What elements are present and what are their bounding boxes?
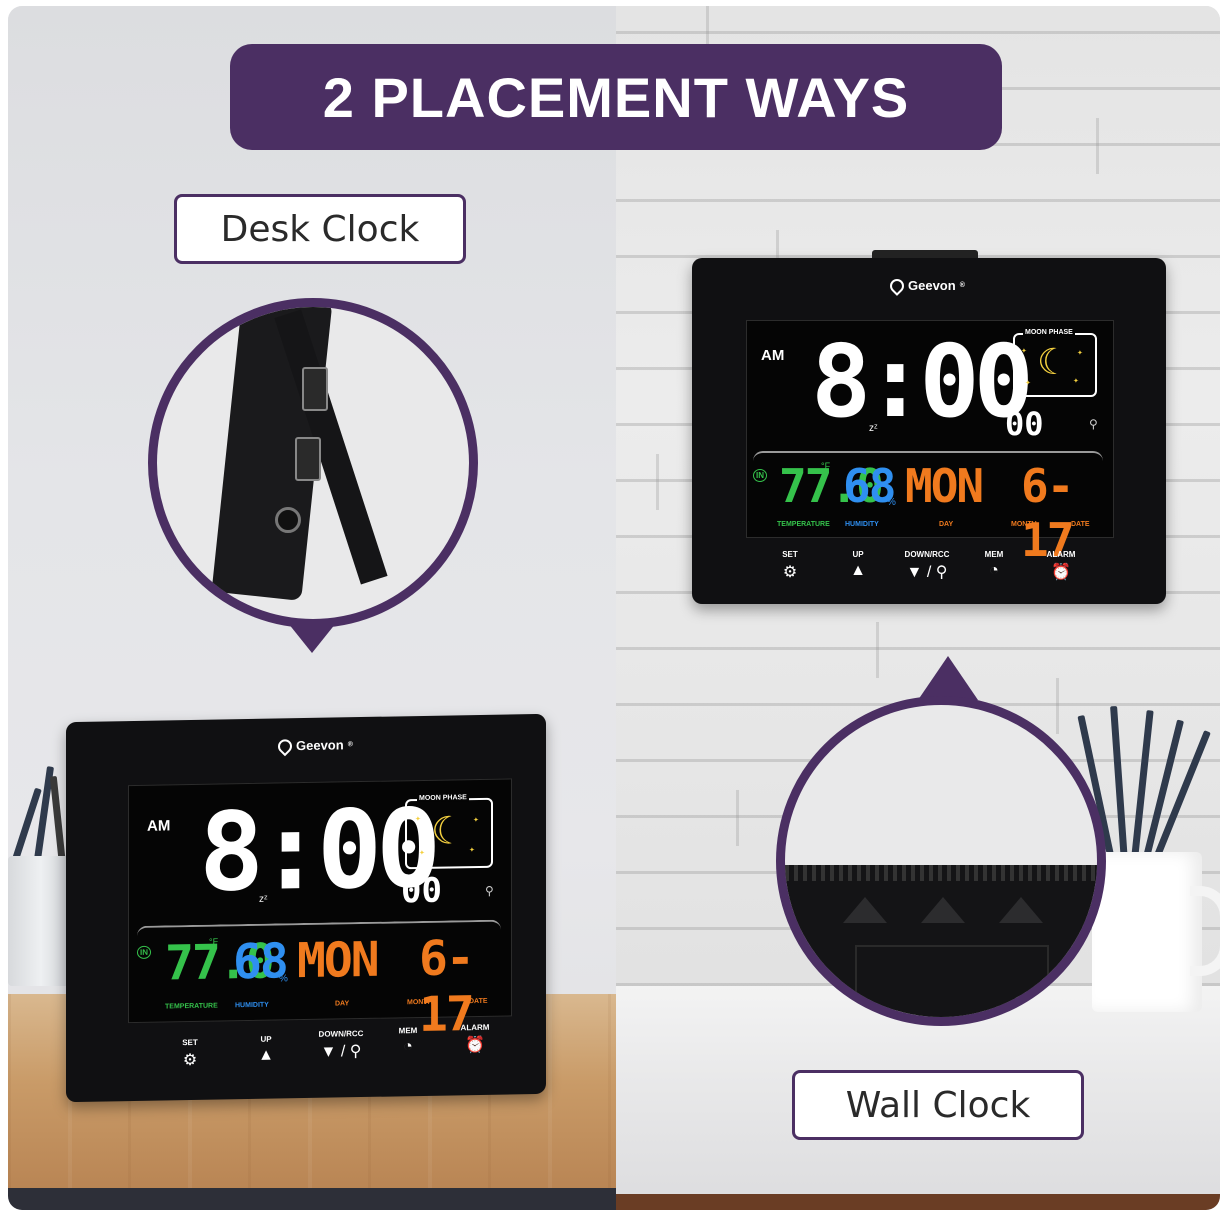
down-button-label: DOWN/RCC: [904, 550, 950, 559]
date-label: DATE: [469, 997, 488, 1006]
up-button-label: UP: [852, 550, 864, 559]
moon-phase-label: MOON PHASE: [1023, 329, 1075, 336]
desk-clock-device: Geevon ® AM 8:00 00 zᶻ MOON PHASE ☾ ✦ ✦ ✦ ✦ …: [66, 713, 546, 1103]
seconds-display: 00: [401, 870, 442, 912]
wall-clock-label-text: Wall Clock: [845, 1084, 1031, 1126]
alarm-clock-icon[interactable]: ⏰: [1036, 562, 1086, 582]
gauge-icon[interactable]: ◔: [388, 1038, 428, 1057]
title-banner: 2 PLACEMENT WAYS: [230, 44, 1002, 150]
wall-scene: Geevon ® AM 8:00 00 zᶻ MOON PHASE ☾ ✦ ✦ ✦ ✦ …: [616, 6, 1220, 1210]
moon-phase-label: MOON PHASE: [417, 794, 469, 803]
up-triangle-icon[interactable]: ▲: [246, 1046, 286, 1065]
shelf-edge: [616, 1194, 1220, 1210]
moon-phase-box: MOON PHASE ☾ ✦ ✦ ✦ ✦: [1013, 329, 1097, 397]
humidity-label: HUMIDITY: [845, 521, 879, 528]
moon-icon: ☾: [1037, 341, 1070, 382]
humidity-label: HUMIDITY: [235, 1001, 269, 1010]
seconds-display: 00: [1005, 405, 1044, 443]
wall-pointer: [918, 656, 978, 700]
temperature-unit: °F: [821, 461, 831, 471]
satellite-icon: ⚲: [1089, 417, 1098, 431]
satellite-icon: ⚲: [485, 883, 494, 898]
usb-port-icon: [302, 367, 328, 411]
brand-logo: Geevon ®: [887, 275, 965, 296]
down-button-label: DOWN/RCC: [318, 1028, 364, 1039]
humidity-unit: %: [887, 497, 896, 508]
desk-clock-label: Desk Clock: [174, 194, 466, 264]
ampm-indicator: AM: [761, 347, 785, 364]
hanging-hole-icon: [843, 897, 887, 923]
lcd-screen: AM 8:00 00 zᶻ MOON PHASE ☾ ✦ ✦ ✦ ✦ ⚲ IN 77.…: [746, 320, 1114, 567]
wall-clock-device: Geevon ® AM 8:00 00 zᶻ MOON PHASE ☾ ✦ ✦ ✦ ✦ …: [692, 250, 1166, 604]
set-button-label: SET: [782, 550, 798, 559]
desk-pointer: [288, 623, 336, 653]
down-triangle-icon[interactable]: ▼ / ⚲: [306, 1041, 376, 1062]
product-image-frame: Geevon ® AM 8:00 00 zᶻ MOON PHASE ☾ ✦ ✦ ✦ ✦ …: [8, 6, 1220, 1210]
wall-clock-label: Wall Clock: [792, 1070, 1084, 1140]
alarm-button-label: ALARM: [460, 1022, 490, 1033]
temperature-label: TEMPERATURE: [777, 521, 830, 528]
alarm-clock-icon[interactable]: ⏰: [450, 1035, 500, 1056]
humidity-unit: %: [279, 973, 288, 985]
temperature-label: TEMPERATURE: [165, 1002, 218, 1011]
temperature-unit: °F: [209, 936, 219, 947]
up-triangle-icon[interactable]: ▲: [838, 562, 878, 580]
date-label: DATE: [1071, 521, 1090, 528]
hanging-hole-icon: [999, 897, 1043, 923]
banner-title: 2 PLACEMENT WAYS: [322, 65, 910, 129]
moon-phase-box: MOON PHASE ☾ ✦ ✦ ✦ ✦: [405, 794, 493, 870]
desk-clock-label-text: Desk Clock: [220, 208, 420, 250]
gauge-icon[interactable]: ◔: [974, 562, 1014, 580]
desk-edge: [8, 1188, 616, 1210]
moon-icon: ☾: [431, 810, 466, 853]
gear-icon[interactable]: ⚙: [170, 1050, 210, 1071]
indoor-badge: IN: [137, 945, 151, 959]
set-button-label: SET: [182, 1037, 198, 1048]
month-label: MONTH: [407, 998, 433, 1007]
battery-cover: [855, 945, 1049, 1017]
lcd-screen: AM 8:00 00 zᶻ MOON PHASE ☾ ✦ ✦ ✦ ✦ ⚲ IN 77.…: [128, 778, 512, 1043]
vent-grille: [785, 865, 1097, 881]
month-label: MONTH: [1011, 521, 1037, 528]
alarm-button-label: ALARM: [1046, 550, 1076, 559]
snooze-indicator: zᶻ: [259, 893, 268, 905]
hanging-hole-icon: [921, 897, 965, 923]
mem-button-label: MEM: [398, 1026, 418, 1036]
stand-detail-circle: [148, 298, 478, 628]
time-display: 8:00: [811, 323, 1034, 440]
geevon-logo-icon: [275, 735, 295, 756]
gear-icon[interactable]: ⚙: [770, 562, 810, 582]
ampm-indicator: AM: [147, 817, 171, 835]
wall-mount-detail-circle: [776, 696, 1106, 1026]
power-jack-icon: [275, 507, 301, 533]
geevon-logo-icon: [887, 275, 907, 296]
day-value: MON: [905, 459, 984, 513]
mem-button-label: MEM: [984, 550, 1004, 559]
usb-port-icon: [295, 437, 321, 481]
down-triangle-icon[interactable]: ▼ / ⚲: [892, 562, 962, 582]
indoor-badge: IN: [753, 469, 767, 482]
brand-logo: Geevon ®: [275, 735, 353, 756]
time-display: 8:00: [199, 786, 436, 916]
desk-scene: Geevon ® AM 8:00 00 zᶻ MOON PHASE ☾ ✦ ✦ ✦ ✦ …: [8, 6, 616, 1210]
day-label: DAY: [939, 521, 954, 528]
up-button-label: UP: [260, 1034, 272, 1044]
day-label: DAY: [335, 1000, 350, 1008]
day-value: MON: [297, 931, 378, 990]
snooze-indicator: zᶻ: [869, 423, 878, 434]
